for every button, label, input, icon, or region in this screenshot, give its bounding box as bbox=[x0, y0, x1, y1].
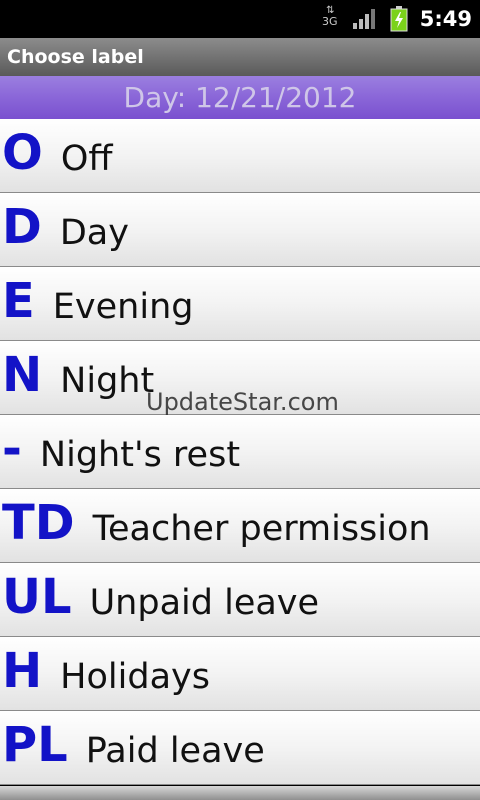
signal-strength-icon bbox=[352, 8, 378, 30]
screen: ⇅ 3G 5:49 Choose label Day: 12/21/2012 O… bbox=[0, 0, 480, 800]
label-item-holidays[interactable]: H Holidays bbox=[0, 637, 480, 711]
status-icons: ⇅ 3G 5:49 bbox=[320, 0, 472, 38]
label-name: Unpaid leave bbox=[89, 583, 320, 623]
label-code: E bbox=[2, 272, 35, 329]
label-name: Paid leave bbox=[85, 731, 265, 771]
day-header: Day: 12/21/2012 bbox=[0, 76, 480, 119]
clock: 5:49 bbox=[419, 7, 472, 31]
watermark-text: UpdateStar.com bbox=[146, 388, 339, 416]
label-item-evening[interactable]: E Evening bbox=[0, 267, 480, 341]
label-name: Holidays bbox=[60, 657, 210, 697]
label-item-day[interactable]: D Day bbox=[0, 193, 480, 267]
label-code: N bbox=[2, 346, 43, 403]
label-code: O bbox=[2, 124, 43, 181]
label-name: Night's rest bbox=[39, 435, 241, 475]
label-list: O Off D Day E Evening N Night - Night's … bbox=[0, 119, 480, 785]
network-type-label: 3G bbox=[322, 15, 338, 28]
label-name: Teacher permission bbox=[92, 509, 431, 549]
label-code: PL bbox=[2, 716, 68, 773]
label-item-paid-leave[interactable]: PL Paid leave bbox=[0, 711, 480, 785]
label-name: Day bbox=[59, 213, 129, 253]
label-name: Off bbox=[60, 139, 113, 179]
label-code: H bbox=[2, 642, 43, 699]
label-name: Night bbox=[60, 361, 155, 401]
battery-charging-icon bbox=[390, 6, 408, 32]
dialog-title: Choose label bbox=[7, 46, 144, 68]
dialog-title-bar: Choose label bbox=[0, 38, 480, 76]
status-bar: ⇅ 3G 5:49 bbox=[0, 0, 480, 38]
bottom-edge bbox=[0, 786, 480, 800]
label-code: TD bbox=[2, 494, 75, 551]
network-3g-icon: ⇅ 3G bbox=[320, 5, 340, 33]
label-item-nights-rest[interactable]: - Night's rest bbox=[0, 415, 480, 489]
label-item-unpaid-leave[interactable]: UL Unpaid leave bbox=[0, 563, 480, 637]
label-name: Evening bbox=[52, 287, 194, 327]
label-item-teacher-permission[interactable]: TD Teacher permission bbox=[0, 489, 480, 563]
label-code: - bbox=[2, 420, 22, 477]
label-code: UL bbox=[2, 568, 72, 625]
label-item-off[interactable]: O Off bbox=[0, 119, 480, 193]
day-date-label: Day: 12/21/2012 bbox=[123, 81, 357, 114]
label-code: D bbox=[2, 198, 42, 255]
